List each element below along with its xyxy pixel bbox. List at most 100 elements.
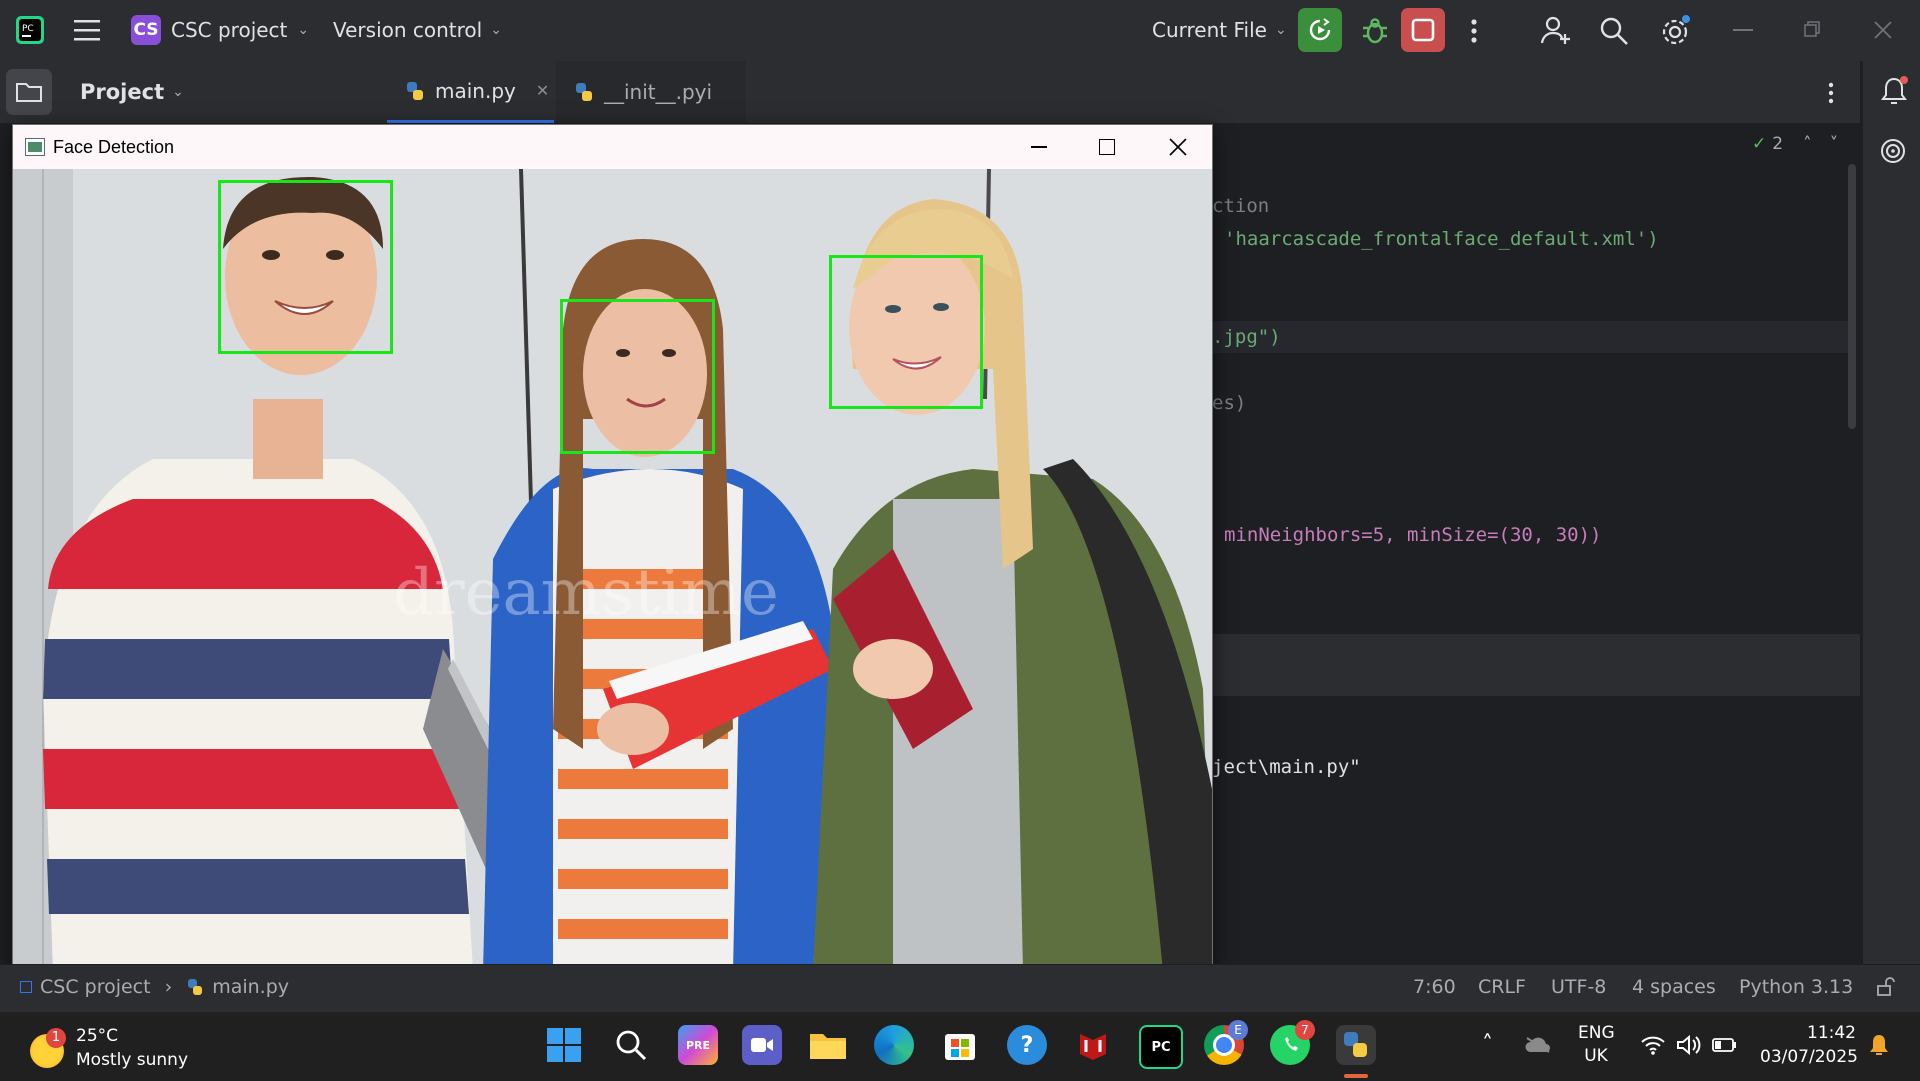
tab-init-pyi[interactable]: __init__.pyi: [556, 61, 746, 123]
detection-image: dreamstime: [13, 169, 1212, 972]
chevron-up-icon[interactable]: ˄: [1482, 1032, 1493, 1057]
run-panel-header: [1212, 634, 1860, 696]
gear-icon[interactable]: [1658, 14, 1692, 48]
restore-window-icon[interactable]: [1804, 21, 1820, 37]
stop-button[interactable]: [1401, 8, 1445, 52]
meet-icon[interactable]: [742, 1025, 782, 1065]
chevron-down-icon: ⌄: [1274, 22, 1287, 38]
indent-setting[interactable]: 4 spaces: [1632, 976, 1716, 998]
face-box: [218, 180, 393, 354]
caret-position[interactable]: 7:60: [1413, 976, 1456, 998]
start-icon[interactable]: [544, 1025, 584, 1065]
face-box: [560, 299, 715, 454]
debug-button[interactable]: [1358, 14, 1392, 48]
battery-icon[interactable]: [1712, 1036, 1738, 1054]
code-line: minNeighbors=5, minSize=(30, 30)): [1224, 524, 1602, 546]
close-window-icon[interactable]: [1874, 21, 1892, 39]
editor-scrollbar[interactable]: [1848, 164, 1856, 429]
file-encoding[interactable]: UTF-8: [1551, 976, 1606, 998]
active-app-indicator: [1344, 1074, 1368, 1078]
project-badge: CS: [131, 15, 161, 45]
run-config-label: Current File: [1152, 18, 1267, 42]
face-window-titlebar[interactable]: Face Detection: [13, 125, 1212, 169]
module-icon: [20, 981, 32, 993]
chevron-down-icon[interactable]: ˅: [1830, 134, 1839, 154]
code-line: ction: [1212, 195, 1270, 217]
pycharm-logo-icon[interactable]: PC: [16, 16, 44, 44]
python-file-icon: [576, 83, 592, 101]
language-indicator[interactable]: ENG UK: [1578, 1022, 1615, 1068]
face-window-title: Face Detection: [53, 137, 175, 157]
copilot-icon[interactable]: PRE: [678, 1025, 718, 1065]
search-icon[interactable]: [611, 1025, 651, 1065]
weather-widget[interactable]: 1 25°C Mostly sunny: [28, 1022, 228, 1072]
volume-icon[interactable]: [1676, 1034, 1702, 1056]
python-interpreter[interactable]: Python 3.13: [1739, 976, 1853, 998]
chrome-badge: E: [1228, 1020, 1248, 1040]
opencv-window-icon: [25, 138, 45, 156]
close-tab-icon[interactable]: ✕: [536, 81, 549, 100]
lock-icon[interactable]: [1876, 977, 1896, 997]
stop-icon: [1411, 18, 1435, 42]
clock-time: 11:42: [1807, 1023, 1856, 1043]
current-line-highlight: [1212, 321, 1848, 353]
breadcrumb[interactable]: CSC project › main.py: [20, 976, 289, 998]
breadcrumb-file[interactable]: main.py: [212, 976, 289, 998]
version-control-menu[interactable]: Version control ⌄: [333, 18, 502, 42]
python-file-icon: [188, 979, 203, 995]
inspection-count: 2: [1772, 134, 1784, 154]
main-menu-icon[interactable]: [74, 17, 102, 43]
chevron-down-icon: ⌄: [297, 22, 310, 38]
language-line1: ENG: [1578, 1023, 1615, 1043]
version-control-label: Version control: [333, 18, 483, 42]
code-with-me-icon[interactable]: [1540, 14, 1572, 46]
face-window-close-icon[interactable]: [1169, 138, 1187, 156]
weather-badge: 1: [46, 1028, 66, 1048]
edge-icon[interactable]: [874, 1025, 914, 1065]
wifi-icon[interactable]: [1640, 1034, 1666, 1056]
chevron-up-icon[interactable]: ˄: [1803, 134, 1812, 154]
tab-actions-icon[interactable]: [1826, 81, 1836, 105]
python-taskbar-icon[interactable]: [1336, 1025, 1376, 1065]
project-tool-window-button[interactable]: [6, 69, 52, 115]
python-file-icon: [407, 81, 423, 100]
rerun-button[interactable]: [1298, 8, 1342, 52]
line-ending[interactable]: CRLF: [1478, 976, 1526, 998]
tab-main-py[interactable]: main.py ✕: [387, 61, 554, 123]
breadcrumb-project[interactable]: CSC project: [40, 976, 151, 998]
whatsapp-badge: 7: [1295, 1020, 1315, 1040]
console-output: ject\main.py": [1212, 746, 1860, 964]
face-detection-window[interactable]: Face Detection dreamstime: [12, 124, 1213, 973]
code-line: es): [1212, 392, 1247, 414]
folder-icon: [16, 83, 42, 102]
language-line2: UK: [1584, 1046, 1608, 1066]
tab-label: __init__.pyi: [604, 80, 713, 104]
code-editor[interactable]: ✓ 2 ˄ ˅ ction 'haarcascade_frontalface_d…: [1212, 124, 1860, 634]
face-window-maximize-icon[interactable]: [1099, 139, 1115, 155]
project-view-selector[interactable]: Project ⌄: [80, 80, 184, 104]
students-photo: dreamstime: [13, 169, 1212, 972]
minimize-window-icon[interactable]: [1733, 29, 1753, 31]
face-window-minimize-icon[interactable]: [1031, 146, 1047, 148]
chevron-down-icon: ⌄: [490, 22, 502, 38]
help-icon[interactable]: ?: [1007, 1025, 1047, 1065]
onedrive-icon[interactable]: [1524, 1036, 1552, 1054]
store-icon[interactable]: [940, 1025, 980, 1065]
ai-assistant-icon[interactable]: [1879, 137, 1907, 165]
notifications-icon[interactable]: [1879, 75, 1909, 107]
console-line: ject\main.py": [1212, 756, 1361, 778]
pycharm-taskbar-icon[interactable]: PC: [1139, 1025, 1183, 1069]
file-explorer-icon[interactable]: [808, 1025, 848, 1065]
mcafee-icon[interactable]: [1073, 1025, 1113, 1065]
more-actions-icon[interactable]: [1468, 16, 1480, 46]
clock[interactable]: 11:42 03/07/2025: [1760, 1021, 1858, 1069]
project-name: CSC project: [171, 18, 288, 42]
project-selector[interactable]: CS CSC project ⌄: [131, 15, 309, 45]
search-icon[interactable]: [1598, 15, 1630, 47]
notification-bell-icon[interactable]: [1868, 1032, 1890, 1058]
weather-desc: Mostly sunny: [76, 1050, 189, 1070]
inspection-widget[interactable]: ✓ 2 ˄ ˅: [1752, 134, 1838, 154]
clock-date: 03/07/2025: [1760, 1047, 1858, 1067]
ide-title-bar: PC CS CSC project ⌄ Version control ⌄ Cu…: [0, 0, 1920, 61]
run-config-selector[interactable]: Current File ⌄: [1152, 18, 1287, 42]
